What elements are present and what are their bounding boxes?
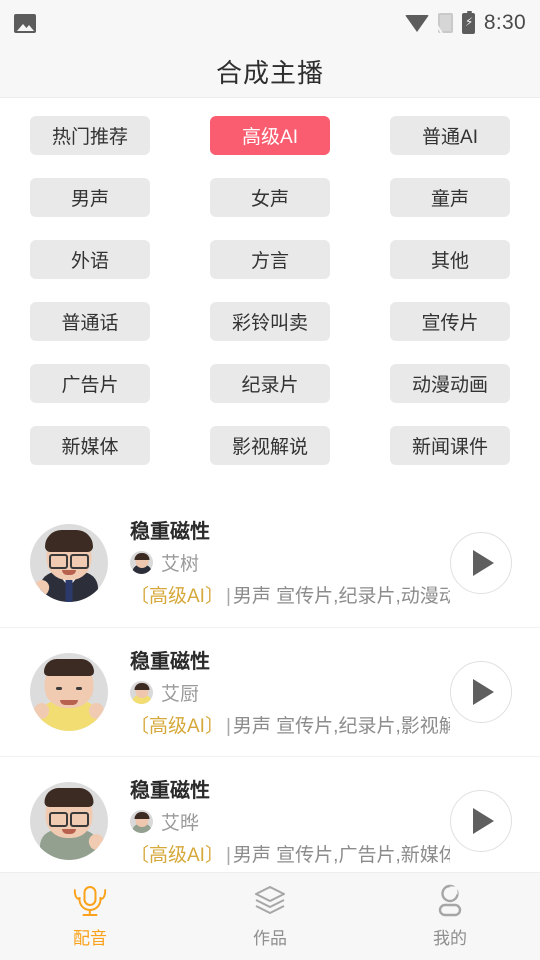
voice-info: 稳重磁性 艾厨 〔高级AI〕|男声 宣传片,纪录片,影视解说 [130, 647, 450, 738]
status-bar-left [14, 13, 36, 33]
category-filter-grid: 热门推荐 高级AI 普通AI 男声 女声 童声 外语 方言 其他 普通话 彩铃叫… [0, 98, 540, 475]
voice-meta-text: 男声 宣传片,纪录片,影视解说 [232, 715, 450, 737]
tag-hot-recommend[interactable]: 热门推荐 [30, 116, 150, 155]
tag-promo-film[interactable]: 宣传片 [390, 302, 510, 341]
author-avatar-icon [130, 680, 153, 704]
app-screen: 8:30 合成主播 热门推荐 高级AI 普通AI 男声 女声 童声 外语 方言 … [0, 0, 540, 960]
meta-separator: | [225, 844, 231, 866]
voice-title: 稳重磁性 [130, 650, 210, 673]
voice-meta: 〔高级AI〕|男声 宣传片,纪录片,影视解说 [130, 711, 450, 738]
meta-separator: | [225, 715, 231, 737]
tag-news-courseware[interactable]: 新闻课件 [390, 426, 510, 465]
battery-charging-icon [461, 10, 475, 34]
status-bar-right: 8:30 [404, 10, 526, 35]
tab-dubbing[interactable]: 配音 [0, 884, 180, 949]
status-bar: 8:30 [0, 0, 540, 46]
tab-works-label: 作品 [253, 929, 287, 948]
voice-meta-text: 男声 宣传片,纪录片,动漫动画… [232, 586, 450, 607]
author-avatar-icon [130, 551, 153, 574]
tab-profile[interactable]: 我的 [360, 884, 540, 949]
tab-profile-label: 我的 [433, 929, 467, 948]
play-icon [473, 808, 494, 834]
voice-author-name: 艾厨 [161, 683, 200, 705]
voice-title: 稳重磁性 [130, 521, 210, 543]
voice-quality-tag: 〔高级AI〕 [130, 586, 224, 607]
voice-info: 稳重磁性 艾晔 〔高级AI〕 | 男声 宣传片,广告片,新媒体 [130, 776, 450, 867]
voice-author: 艾晔 [130, 808, 450, 835]
layers-icon [252, 884, 288, 918]
avatar [30, 782, 108, 860]
list-item[interactable]: 稳重磁性 艾树 〔高级AI〕|男声 宣传片,纪录片,动漫动画… [0, 498, 540, 627]
page-title: 合成主播 [215, 58, 324, 88]
play-icon [473, 679, 494, 705]
image-icon [14, 13, 36, 33]
play-icon [473, 549, 494, 576]
meta-separator: | [225, 586, 231, 607]
voice-info: 稳重磁性 艾树 〔高级AI〕|男声 宣传片,纪录片,动漫动画… [130, 517, 450, 608]
status-bar-clock: 8:30 [483, 11, 526, 34]
voice-author: 艾厨 [130, 679, 450, 706]
tag-foreign-language[interactable]: 外语 [30, 240, 150, 279]
sim-card-off-icon [437, 13, 453, 33]
avatar [30, 523, 108, 602]
microphone-icon [72, 884, 108, 918]
list-item[interactable]: 稳重磁性 艾厨 〔高级AI〕|男声 宣传片,纪录片,影视解说 [0, 627, 540, 756]
tag-mandarin[interactable]: 普通话 [30, 302, 150, 341]
tag-female-voice[interactable]: 女声 [210, 178, 330, 217]
tag-advanced-ai[interactable]: 高级AI [210, 116, 330, 155]
tag-other[interactable]: 其他 [390, 240, 510, 279]
tag-male-voice[interactable]: 男声 [30, 178, 150, 217]
tag-documentary[interactable]: 纪录片 [210, 364, 330, 403]
tag-ringtone-selling[interactable]: 彩铃叫卖 [210, 302, 330, 341]
list-item[interactable]: 稳重磁性 艾晔 〔高级AI〕 | 男声 宣传片,广告片,新媒体 [0, 756, 540, 885]
voice-author-name: 艾晔 [161, 812, 200, 834]
wifi-icon [404, 14, 429, 32]
voice-meta-text: 男声 宣传片,广告片,新媒体 [232, 844, 450, 866]
tag-advertisement[interactable]: 广告片 [30, 364, 150, 403]
voice-meta: 〔高级AI〕 | 男声 宣传片,广告片,新媒体 [130, 840, 450, 867]
tag-child-voice[interactable]: 童声 [390, 178, 510, 217]
tag-dialect[interactable]: 方言 [210, 240, 330, 279]
voice-title: 稳重磁性 [130, 779, 210, 802]
author-avatar-icon [130, 809, 153, 833]
voice-author: 艾树 [130, 549, 450, 576]
tag-film-commentary[interactable]: 影视解说 [210, 426, 330, 465]
voice-author-name: 艾树 [161, 554, 200, 575]
play-button[interactable] [450, 790, 512, 852]
tag-new-media[interactable]: 新媒体 [30, 426, 150, 465]
voice-meta: 〔高级AI〕|男声 宣传片,纪录片,动漫动画… [130, 581, 450, 608]
page-header: 合成主播 [0, 46, 540, 98]
person-icon [432, 884, 468, 918]
play-button[interactable] [450, 531, 512, 594]
voice-quality-tag: 〔高级AI〕 [130, 715, 224, 737]
tag-animation[interactable]: 动漫动画 [390, 364, 510, 403]
tab-dubbing-label: 配音 [73, 929, 107, 948]
tag-normal-ai[interactable]: 普通AI [390, 116, 510, 155]
voice-quality-tag: 〔高级AI〕 [130, 844, 224, 866]
play-button[interactable] [450, 661, 512, 723]
tab-works[interactable]: 作品 [180, 884, 360, 949]
avatar [30, 653, 108, 731]
bottom-navigation: 配音 作品 我的 [0, 872, 540, 960]
voice-list: 稳重磁性 艾树 〔高级AI〕|男声 宣传片,纪录片,动漫动画… [0, 498, 540, 885]
